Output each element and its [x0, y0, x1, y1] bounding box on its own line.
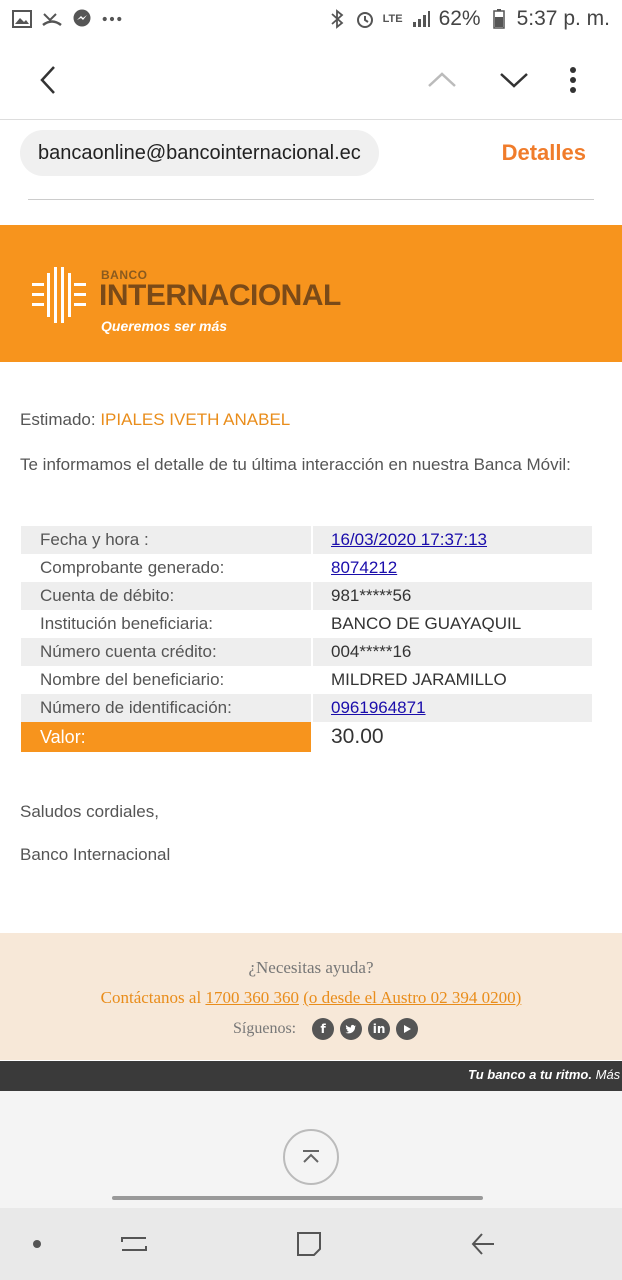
twitter-icon[interactable]	[340, 1018, 363, 1040]
network-type: LTE	[382, 13, 403, 25]
recent-apps-icon	[121, 1237, 147, 1251]
detail-label: Fecha y hora :	[21, 526, 311, 554]
slogan-bar: Tu banco a tu ritmo. Más có	[0, 1061, 622, 1091]
sender-row: bancaonline@bancointernacional.ec Detall…	[0, 130, 622, 180]
home-button[interactable]	[293, 1228, 325, 1260]
total-value: 30.00	[331, 725, 384, 748]
detail-label: Nombre del beneficiario:	[40, 670, 225, 689]
alarm-icon	[355, 9, 375, 29]
back-arrow-icon	[40, 66, 55, 94]
scroll-indicator	[112, 1196, 483, 1200]
table-row: Fecha y hora : 16/03/2020 17:37:13	[21, 526, 592, 554]
table-row: Comprobante generado: 8074212	[21, 554, 592, 582]
slogan-main: Tu banco a tu ritmo.	[468, 1067, 592, 1082]
total-row: Valor: 30.00	[21, 722, 592, 752]
contact-prefix: Contáctanos al	[100, 988, 202, 1007]
table-row: Número cuenta crédito: 004*****16	[21, 638, 592, 666]
transaction-details-table: Fecha y hora : 16/03/2020 17:37:13 Compr…	[21, 526, 592, 752]
missed-call-icon	[42, 9, 62, 29]
previous-email-button[interactable]	[422, 60, 462, 100]
follow-label: Síguenos:	[233, 1020, 297, 1037]
detail-value: BANCO DE GUAYAQUIL	[331, 614, 522, 633]
next-email-button[interactable]	[494, 60, 534, 100]
detail-label: Número cuenta crédito:	[21, 638, 311, 666]
bank-tagline: Queremos ser más	[101, 318, 228, 334]
detail-label: Cuenta de débito:	[21, 582, 311, 610]
table-row: Cuenta de débito: 981*****56	[21, 582, 592, 610]
social-row: Síguenos: f in	[233, 1018, 419, 1040]
chevron-up-icon	[428, 72, 456, 87]
bluetooth-icon	[327, 9, 347, 29]
austro-phone-link[interactable]: (o desde el Austro 02 394 0200)	[303, 988, 521, 1007]
bank-name: INTERNACIONAL	[99, 279, 341, 312]
back-nav-button[interactable]	[467, 1228, 499, 1260]
clock: 5:37 p. m.	[516, 7, 610, 30]
detail-label: Institución beneficiaria:	[40, 614, 213, 633]
detail-label: Comprobante generado:	[40, 558, 225, 577]
table-row: Nombre del beneficiario: MILDRED JARAMIL…	[21, 666, 592, 694]
youtube-icon[interactable]	[396, 1018, 419, 1040]
detail-label: Número de identificación:	[21, 694, 311, 722]
recent-apps-button[interactable]	[118, 1228, 150, 1260]
greeting-label: Estimado:	[20, 410, 96, 429]
system-nav-bar	[0, 1208, 622, 1280]
chevron-down-icon	[500, 73, 528, 88]
closing-signature: Banco Internacional	[20, 845, 171, 864]
detail-value: 981*****56	[313, 582, 592, 610]
dot-icon	[33, 1240, 41, 1248]
intro-text: Te informamos el detalle de tu última in…	[20, 455, 571, 474]
back-nav-icon	[471, 1233, 494, 1255]
gallery-icon	[12, 9, 32, 29]
battery-percent: 62%	[438, 7, 481, 30]
table-row: Institución beneficiaria: BANCO DE GUAYA…	[21, 610, 592, 638]
slogan-more: Más có	[595, 1067, 622, 1082]
greeting: Estimado: IPIALES IVETH ANABEL	[20, 410, 290, 430]
signal-icon	[411, 9, 431, 29]
closing-greeting: Saludos cordiales,	[20, 802, 159, 821]
bank-logo-icon	[30, 265, 90, 330]
receipt-link[interactable]: 8074212	[331, 558, 397, 578]
home-icon	[297, 1232, 321, 1256]
battery-icon	[489, 9, 509, 29]
id-number-link[interactable]: 0961964871	[331, 698, 426, 718]
total-label: Valor:	[21, 722, 311, 752]
contact-line: Contáctanos al 1700 360 360 (o desde el …	[0, 988, 622, 1008]
email-toolbar	[0, 40, 622, 120]
more-vert-icon	[570, 67, 576, 93]
facebook-icon[interactable]: f	[312, 1018, 335, 1040]
divider	[28, 199, 594, 200]
detail-value: 004*****16	[313, 638, 592, 666]
scroll-up-icon	[303, 1150, 319, 1163]
sender-chip[interactable]: bancaonline@bancointernacional.ec	[20, 130, 379, 176]
status-bar: LTE 62% 5:37 p. m.	[0, 0, 622, 38]
more-notifications-icon	[102, 9, 122, 29]
detail-value: MILDRED JARAMILLO	[331, 670, 507, 689]
help-title: ¿Necesitas ayuda?	[248, 958, 374, 977]
back-button[interactable]	[28, 60, 68, 100]
dot-button[interactable]	[21, 1228, 53, 1260]
table-row: Número de identificación: 0961964871	[21, 694, 592, 722]
slogan: Tu banco a tu ritmo. Más có	[468, 1067, 622, 1082]
details-button[interactable]: Detalles	[502, 140, 586, 166]
linkedin-icon[interactable]: in	[368, 1018, 391, 1040]
date-link[interactable]: 16/03/2020 17:37:13	[331, 530, 487, 550]
sender-email: bancaonline@bancointernacional.ec	[38, 141, 361, 164]
messenger-icon	[72, 9, 92, 29]
scroll-to-top-button[interactable]	[283, 1129, 339, 1185]
phone-link[interactable]: 1700 360 360	[205, 988, 299, 1007]
customer-name: IPIALES IVETH ANABEL	[100, 410, 291, 429]
more-options-button[interactable]	[553, 60, 593, 100]
